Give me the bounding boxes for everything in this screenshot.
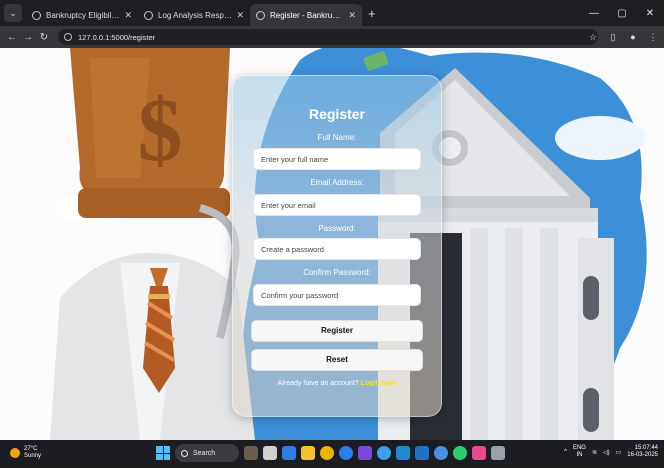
vscode-icon[interactable] [396, 446, 410, 460]
back-icon[interactable]: ← [4, 29, 20, 45]
clock-time: 15:07:44 [634, 445, 658, 451]
system-tray: ^ ENG IN ≋ ◁) ▭ 15:07:44 16-03-2025 [564, 445, 658, 459]
word-icon[interactable] [415, 446, 429, 460]
url-text: 127.0.0.1:5000/register [78, 32, 156, 42]
svg-text:$: $ [138, 81, 183, 180]
search-icon [181, 449, 188, 457]
extensions-icon[interactable]: ▯ [606, 29, 620, 45]
language-text: ENG [572, 445, 586, 451]
tab-title: Log Analysis Response [158, 10, 233, 20]
reset-button[interactable]: Reset [251, 349, 423, 371]
forward-icon[interactable]: → [20, 29, 36, 45]
register-card: Register Full Name: Email Address: Passw… [232, 75, 442, 417]
teams-icon[interactable] [358, 446, 372, 460]
chrome-canary-icon[interactable] [320, 446, 334, 460]
browser-toolbar: ← → ↻ 127.0.0.1:5000/register ☆ ▯ ● ⋮ [0, 26, 664, 48]
new-tab-icon[interactable]: + [368, 6, 376, 21]
language-indicator[interactable]: ENG IN [573, 445, 586, 459]
password-label: Password: [318, 224, 356, 233]
file-explorer-icon[interactable] [301, 446, 315, 460]
tab-title: Bankruptcy Eligibility Check [46, 10, 120, 20]
wifi-icon[interactable]: ≋ [592, 449, 597, 456]
sun-icon [10, 448, 20, 458]
windows-taskbar: 27°C Sunny Search ^ ENG IN ≋ ◁) ▭ 15:07:… [0, 440, 664, 468]
close-tab-icon[interactable]: ✕ [236, 10, 244, 21]
whatsapp-icon[interactable] [453, 446, 467, 460]
close-tab-icon[interactable]: ✕ [348, 10, 356, 21]
email-input[interactable] [253, 194, 421, 216]
region-text: IN [576, 452, 583, 458]
edge-icon[interactable] [282, 446, 296, 460]
more-vertical-icon[interactable]: ⋮ [646, 29, 660, 45]
tab-search-icon[interactable]: ⌄ [4, 4, 22, 22]
globe-icon [32, 10, 41, 20]
browser-icon[interactable] [434, 446, 448, 460]
clock[interactable]: 15:07:44 16-03-2025 [627, 445, 658, 459]
page-viewport: $ Register Full Name: Email Address: Pas… [0, 48, 664, 440]
chevron-up-icon[interactable]: ^ [564, 449, 567, 455]
globe-icon [144, 10, 153, 20]
full-name-input[interactable] [253, 148, 421, 170]
confirm-password-input[interactable] [253, 284, 421, 306]
form-title: Register [308, 106, 366, 122]
login-link[interactable]: Login here [361, 380, 397, 387]
battery-icon[interactable]: ▭ [616, 449, 622, 456]
address-bar[interactable]: 127.0.0.1:5000/register [58, 29, 598, 45]
star-icon[interactable]: ☆ [586, 29, 600, 45]
task-view-icon[interactable] [263, 446, 277, 460]
full-name-label: Full Name: [317, 133, 357, 142]
weather-condition: Sunny [24, 453, 42, 459]
profile-icon[interactable]: ● [626, 29, 640, 45]
site-info-icon[interactable] [64, 33, 72, 41]
tab-bankruptcy-check[interactable]: Bankruptcy Eligibility Check ✕ [26, 4, 138, 26]
email-label: Email Address: [310, 178, 364, 187]
screen: ⌄ Bankruptcy Eligibility Check ✕ Log Ana… [0, 0, 664, 468]
maximize-icon[interactable]: ▢ [608, 0, 636, 26]
confirm-password-label: Confirm Password: [303, 268, 371, 277]
opera-icon[interactable] [339, 446, 353, 460]
login-prompt-text: Already have an account? [277, 380, 359, 387]
close-window-icon[interactable]: ✕ [636, 0, 664, 26]
temperature: 27°C [24, 446, 38, 452]
weather-widget[interactable]: 27°C Sunny [10, 446, 41, 460]
tab-title: Register - Bankruptcy Portal [270, 10, 345, 20]
terminal-icon[interactable] [491, 446, 505, 460]
reload-icon[interactable]: ↻ [36, 29, 52, 45]
window-controls: — ▢ ✕ [580, 0, 664, 26]
clock-date: 16-03-2025 [627, 452, 658, 458]
browser-tab-strip: ⌄ Bankruptcy Eligibility Check ✕ Log Ana… [0, 0, 664, 26]
tab-log-analysis[interactable]: Log Analysis Response ✕ [138, 4, 250, 26]
volume-icon[interactable]: ◁) [603, 449, 610, 456]
windows-start-icon[interactable] [156, 446, 170, 460]
minimize-icon[interactable]: — [580, 0, 608, 26]
globe-icon [256, 10, 265, 20]
widget-icon[interactable] [244, 446, 258, 460]
taskbar-search[interactable]: Search [175, 444, 239, 462]
login-prompt: Already have an account? Login here [233, 380, 441, 387]
search-label: Search [193, 449, 216, 457]
close-tab-icon[interactable]: ✕ [124, 10, 132, 21]
chrome-icon[interactable] [377, 446, 391, 460]
password-input[interactable] [253, 238, 421, 260]
instagram-icon[interactable] [472, 446, 486, 460]
register-button[interactable]: Register [251, 320, 423, 342]
tab-register[interactable]: Register - Bankruptcy Portal ✕ [250, 4, 362, 26]
